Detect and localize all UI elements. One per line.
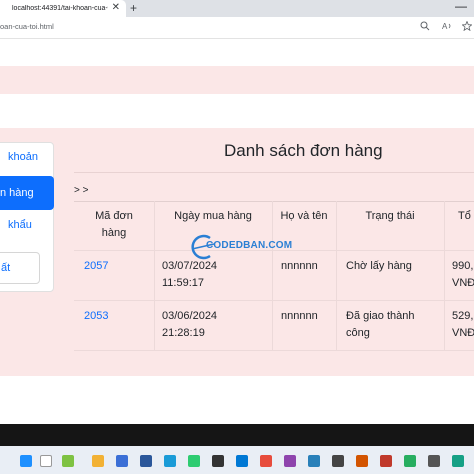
svg-text:A: A	[442, 22, 448, 31]
app-icon[interactable]	[260, 455, 272, 467]
order-currency: VNĐ	[452, 327, 474, 339]
widgets-icon[interactable]	[62, 455, 74, 467]
app-icon[interactable]	[212, 455, 224, 467]
column-divider	[272, 201, 273, 351]
column-header-status: Trạng thái	[365, 210, 415, 222]
file-explorer-icon[interactable]	[92, 455, 104, 467]
order-id-link[interactable]: 2053	[84, 308, 108, 325]
app-icon[interactable]	[140, 455, 152, 467]
chat-icon[interactable]	[116, 455, 128, 467]
read-aloud-icon[interactable]: A	[440, 21, 454, 35]
visual-studio-icon[interactable]	[284, 455, 296, 467]
row-divider	[74, 300, 474, 301]
windows-start-icon[interactable]	[20, 455, 32, 467]
column-divider	[154, 201, 155, 351]
order-status: Đã giao thành công	[346, 310, 415, 339]
app-icon[interactable]	[164, 455, 176, 467]
chrome-icon[interactable]	[404, 455, 416, 467]
zoom-icon[interactable]	[418, 21, 432, 35]
search-icon[interactable]	[40, 455, 52, 467]
column-header-date: Ngày mua hàng	[174, 210, 252, 222]
browser-tab[interactable]: localhost:44391/tai-khoan-cua-t ✕	[0, 0, 126, 17]
watermark: CODEDBAN.COM	[188, 232, 292, 262]
status-bar	[0, 424, 474, 446]
app-icon[interactable]	[332, 455, 344, 467]
app-icon[interactable]	[356, 455, 368, 467]
address-bar[interactable]: oan-cua-toi.html A	[0, 17, 474, 39]
logout-button[interactable]: ất	[0, 252, 40, 284]
column-header-order-id: Mã đơn hàng	[95, 210, 133, 239]
order-currency: VNĐ	[452, 277, 474, 289]
order-total: 529,	[452, 310, 474, 322]
column-divider	[444, 201, 445, 351]
column-header-total: Tổ	[458, 210, 471, 222]
edge-browser-icon[interactable]	[188, 455, 200, 467]
sidebar-item-orders[interactable]: n hàng	[0, 176, 54, 210]
vscode-icon[interactable]	[308, 455, 320, 467]
order-total: 990,	[452, 260, 474, 272]
column-header-name: Họ và tên	[280, 210, 328, 222]
app-icon[interactable]	[428, 455, 440, 467]
divider	[74, 172, 474, 173]
customer-name: nnnnnn	[281, 310, 318, 322]
header-band	[0, 66, 474, 94]
order-id-link[interactable]: 2057	[84, 258, 108, 275]
page-title: Danh sách đơn hàng	[224, 141, 383, 160]
order-date: 03/06/2024 21:28:19	[162, 310, 218, 339]
breadcrumb: > >	[74, 185, 89, 196]
sidebar-item-password[interactable]: khẩu	[8, 219, 32, 231]
minimize-icon[interactable]: —	[455, 0, 467, 12]
watermark-text: CODEDBAN.COM	[206, 240, 293, 251]
browser-tab-strip: localhost:44391/tai-khoan-cua-t ✕ + —	[0, 0, 474, 17]
row-divider	[74, 350, 474, 351]
order-status: Chờ lấy hàng	[346, 260, 412, 272]
column-divider	[336, 201, 337, 351]
tab-title: localhost:44391/tai-khoan-cua-t	[12, 5, 108, 12]
sidebar-item-account[interactable]: khoản	[8, 151, 38, 163]
app-icon[interactable]	[236, 455, 248, 467]
new-tab-icon[interactable]: +	[130, 1, 137, 15]
app-icon[interactable]	[380, 455, 392, 467]
order-date: 03/07/2024 11:59:17	[162, 260, 218, 289]
app-icon[interactable]	[452, 455, 464, 467]
favorite-star-icon[interactable]	[460, 20, 474, 35]
url-text[interactable]: oan-cua-toi.html	[0, 22, 54, 31]
close-icon[interactable]: ✕	[112, 2, 120, 14]
